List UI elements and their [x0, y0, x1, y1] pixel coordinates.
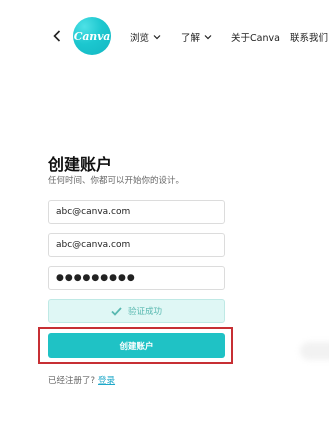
nav-browse[interactable]: 浏览	[130, 30, 161, 44]
nav-contact-label: 联系我们	[290, 33, 329, 44]
nav-contact[interactable]: 联系我们	[290, 30, 328, 44]
email-field[interactable]: abc@canva.com	[48, 200, 225, 224]
signup-page: Canva 浏览 了解 关于Canva 联系我们 创建账户 任何时间、你都可以开…	[0, 0, 329, 437]
verification-status: 验证成功	[48, 299, 225, 323]
create-account-button[interactable]: 创建账户	[48, 333, 225, 358]
background-decoration	[300, 342, 329, 360]
chevron-left-icon	[53, 30, 61, 42]
password-value: ●●●●●●●●●	[56, 273, 136, 283]
confirm-email-field[interactable]: abc@canva.com	[48, 233, 225, 257]
nav-learn[interactable]: 了解	[181, 30, 212, 44]
canva-logo[interactable]: Canva	[73, 17, 111, 55]
page-subtitle: 任何时间、你都可以开始你的设计。	[48, 176, 185, 186]
chevron-down-icon	[153, 35, 161, 40]
password-field[interactable]: ●●●●●●●●●	[48, 266, 225, 290]
login-link[interactable]: 登录	[98, 376, 115, 386]
nav-browse-label: 浏览	[130, 33, 150, 44]
top-nav: Canva 浏览 了解 关于Canva 联系我们	[0, 0, 329, 78]
checkmark-icon	[111, 306, 122, 316]
already-registered-text: 已经注册了?	[48, 376, 96, 386]
login-prompt: 已经注册了? 登录	[48, 374, 115, 386]
confirm-email-value: abc@canva.com	[56, 240, 131, 250]
nav-about[interactable]: 关于Canva	[231, 30, 280, 44]
nav-learn-label: 了解	[181, 33, 201, 44]
page-title: 创建账户	[48, 155, 113, 174]
chevron-down-icon	[204, 35, 212, 40]
nav-about-label: 关于Canva	[231, 33, 280, 44]
email-value: abc@canva.com	[56, 207, 131, 217]
logo-text: Canva	[73, 29, 111, 43]
verification-text: 验证成功	[127, 307, 162, 317]
back-button[interactable]	[50, 28, 64, 44]
